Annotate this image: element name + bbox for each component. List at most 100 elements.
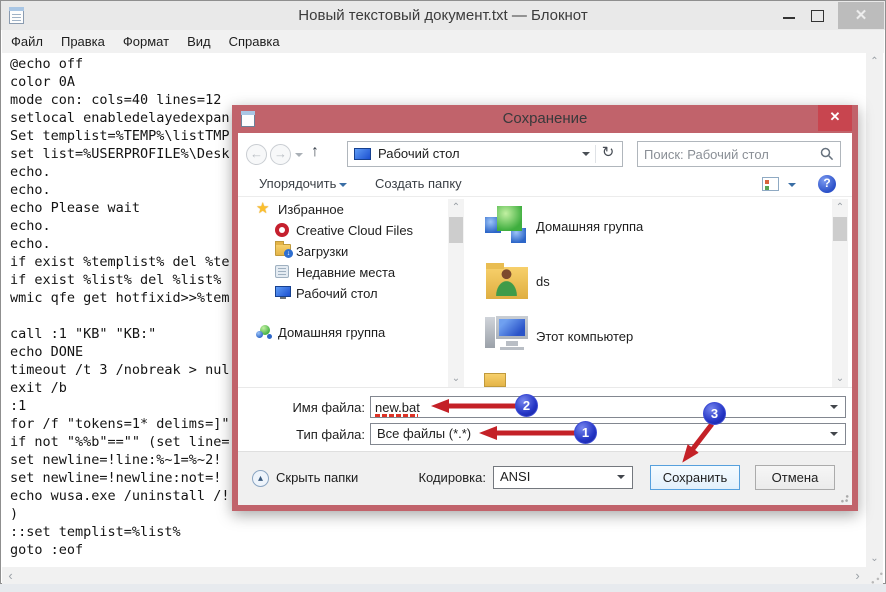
scroll-up-icon[interactable] — [866, 53, 883, 70]
address-bar[interactable]: Рабочий стол — [347, 141, 623, 167]
dialog-resize-grip[interactable] — [837, 491, 849, 503]
breadcrumb[interactable]: Рабочий стол — [378, 142, 460, 166]
code-line: color 0A — [10, 73, 866, 91]
address-chevron-down-icon[interactable] — [582, 152, 590, 160]
filetype-label: Тип файла: — [245, 427, 365, 442]
encoding-value: ANSI — [500, 467, 530, 487]
change-view-icon[interactable] — [762, 177, 779, 191]
file-item-label: Домашняя группа — [536, 219, 643, 234]
editor-vertical-scrollbar[interactable] — [866, 53, 883, 567]
list-item[interactable]: Домашняя группа — [470, 199, 830, 254]
dialog-close-icon[interactable] — [818, 105, 852, 131]
refresh-icon[interactable] — [597, 143, 619, 165]
dialog-footer: Скрыть папки Кодировка: ANSI Сохранить О… — [238, 451, 852, 505]
file-item-icon — [484, 204, 530, 248]
red-underline-annotation — [375, 414, 418, 417]
encoding-dropdown[interactable]: ANSI — [493, 466, 633, 489]
list-divider — [238, 387, 852, 388]
encoding-chevron-down-icon[interactable] — [617, 475, 625, 483]
history-chevron-down-icon[interactable] — [295, 153, 303, 161]
save-dialog-title: Сохранение — [232, 105, 858, 133]
sidebar-item-label: Домашняя группа — [278, 322, 385, 343]
sidebar-item-icon — [275, 286, 291, 297]
sidebar-item-icon — [275, 223, 289, 237]
menu-item[interactable]: Справка — [220, 30, 289, 53]
scrollbar-thumb[interactable] — [449, 217, 463, 243]
editor-horizontal-scrollbar[interactable] — [2, 567, 866, 584]
screenshot-stage: Новый текстовый документ.txt — Блокнот Ф… — [0, 0, 886, 592]
scroll-up-icon[interactable] — [832, 199, 848, 216]
save-dialog: Сохранение Рабочий стол — [232, 105, 858, 511]
encoding-label: Кодировка: — [362, 470, 486, 485]
partial-folder-icon[interactable] — [484, 373, 506, 387]
sidebar-item-icon — [275, 244, 291, 256]
annotation-badge-3: 3 — [703, 402, 726, 425]
views-chevron-down-icon[interactable] — [788, 183, 796, 191]
sidebar-item[interactable]: Избранное — [238, 199, 468, 220]
menu-item[interactable]: Формат — [114, 30, 178, 53]
filename-chevron-down-icon[interactable] — [830, 405, 838, 413]
sidebar-item-label: Рабочий стол — [296, 283, 378, 304]
organize-button[interactable]: Упорядочить — [259, 171, 336, 197]
forward-icon[interactable] — [270, 144, 291, 165]
scroll-down-icon[interactable] — [832, 370, 848, 387]
sidebar-item-label: Загрузки — [296, 241, 348, 262]
scroll-down-icon[interactable] — [448, 370, 464, 387]
sidebar-scrollbar[interactable] — [448, 199, 464, 387]
sidebar-item[interactable]: Creative Cloud Files — [238, 220, 468, 241]
address-divider — [595, 145, 596, 163]
file-item-icon — [484, 259, 530, 303]
menu-item[interactable]: Правка — [52, 30, 114, 53]
scroll-up-icon[interactable] — [448, 199, 464, 216]
up-one-level-icon[interactable] — [306, 143, 324, 165]
list-item[interactable]: Этот компьютер — [470, 309, 830, 364]
maximize-icon[interactable] — [807, 5, 827, 25]
cancel-button[interactable]: Отмена — [755, 465, 835, 490]
list-item[interactable]: ds — [470, 254, 830, 309]
new-folder-button[interactable]: Создать папку — [375, 171, 462, 197]
sidebar-item-label: Недавние места — [296, 262, 395, 283]
sidebar-item-label: Избранное — [278, 199, 344, 220]
filetype-chevron-down-icon[interactable] — [830, 432, 838, 440]
sidebar-item-icon — [256, 325, 273, 340]
file-list-scrollbar[interactable] — [832, 199, 848, 387]
window-resize-grip[interactable] — [866, 567, 883, 584]
file-list: Домашняя группа ds Этот компьютер — [470, 199, 830, 387]
search-icon[interactable] — [820, 147, 834, 161]
sidebar-item[interactable]: Рабочий стол — [238, 283, 468, 304]
search-box[interactable] — [637, 141, 841, 167]
collapse-up-icon — [252, 470, 269, 487]
help-icon[interactable] — [818, 175, 836, 193]
save-dialog-titlebar[interactable]: Сохранение — [232, 105, 858, 133]
desktop-location-icon — [354, 148, 371, 160]
code-line: @echo off — [10, 55, 866, 73]
scroll-right-icon[interactable] — [849, 567, 866, 584]
minimize-icon[interactable] — [779, 5, 799, 25]
save-dialog-body: Рабочий стол Упорядочить Создать папку — [238, 133, 852, 505]
filetype-dropdown[interactable]: Все файлы (*.*) — [370, 423, 846, 445]
organize-chevron-down-icon[interactable] — [339, 183, 347, 191]
notepad-titlebar[interactable]: Новый текстовый документ.txt — Блокнот — [1, 1, 885, 30]
hide-folders-label: Скрыть папки — [276, 470, 358, 485]
back-icon[interactable] — [246, 144, 267, 165]
sidebar-item[interactable]: Недавние места — [238, 262, 468, 283]
sidebar-item[interactable]: Домашняя группа — [238, 322, 468, 343]
sidebar-item-label: Creative Cloud Files — [296, 220, 413, 241]
scroll-down-icon[interactable] — [866, 550, 883, 567]
scroll-left-icon[interactable] — [2, 567, 19, 584]
filetype-value: Все файлы (*.*) — [377, 424, 471, 444]
filename-label: Имя файла: — [245, 400, 365, 415]
code-line: goto :eof — [10, 541, 866, 559]
sidebar-item[interactable]: Загрузки — [238, 241, 468, 262]
filename-combo[interactable] — [370, 396, 846, 418]
search-input[interactable] — [644, 143, 809, 165]
annotation-badge-1: 1 — [574, 421, 597, 444]
save-button[interactable]: Сохранить — [650, 465, 740, 490]
sidebar-item-icon — [275, 265, 289, 278]
scrollbar-thumb[interactable] — [833, 217, 847, 241]
menu-item[interactable]: Вид — [178, 30, 220, 53]
menu-item[interactable]: Файл — [2, 30, 52, 53]
close-icon[interactable] — [838, 2, 884, 29]
file-item-label: ds — [536, 274, 550, 289]
annotation-badge-2: 2 — [515, 394, 538, 417]
